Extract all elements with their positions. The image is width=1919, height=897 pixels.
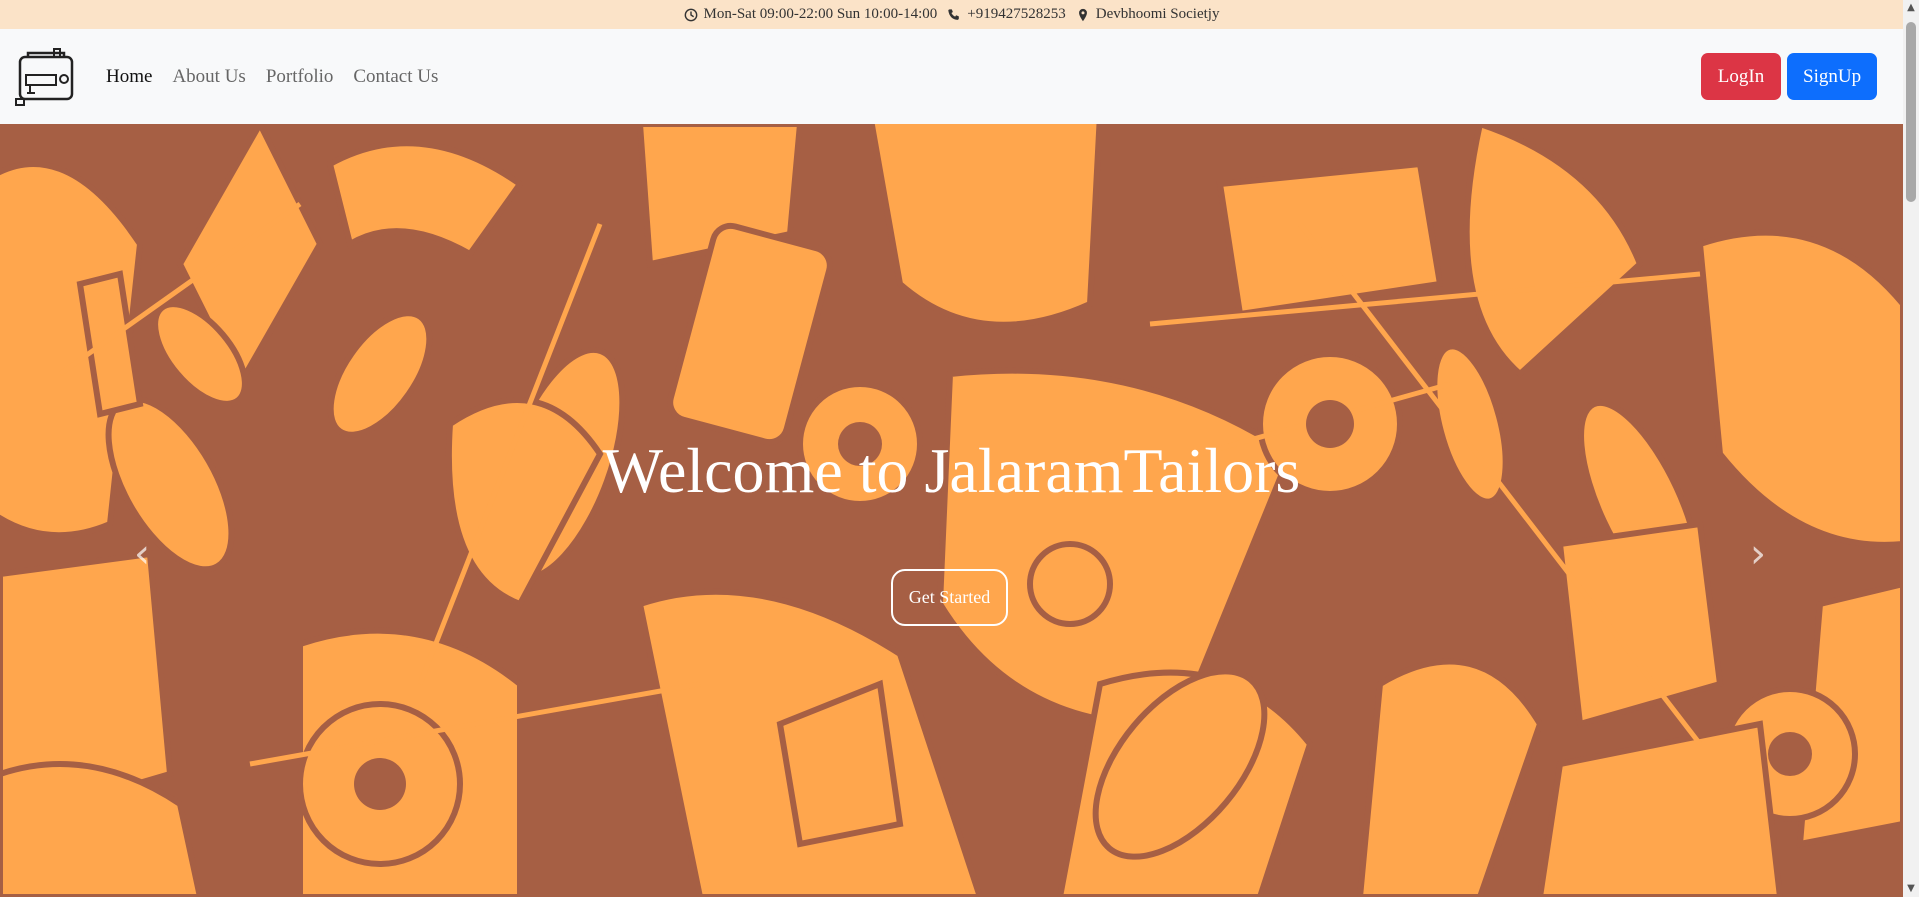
clock-icon bbox=[684, 8, 697, 21]
address-item: Devbhoomi Societjy bbox=[1076, 6, 1220, 23]
hours-item: Mon-Sat 09:00-22:00 Sun 10:00-14:00 bbox=[684, 6, 938, 23]
page-scrollbar[interactable]: ▲ ▼ bbox=[1903, 0, 1919, 897]
signup-button[interactable]: SignUp bbox=[1787, 53, 1877, 100]
hero-carousel: Welcome to JalaramTailors Get Started ‹ … bbox=[0, 124, 1903, 897]
auth-buttons: LogIn SignUp bbox=[1701, 53, 1877, 100]
chevron-right-icon[interactable]: › bbox=[1738, 529, 1778, 579]
map-pin-icon bbox=[1078, 8, 1087, 21]
nav-portfolio[interactable]: Portfolio bbox=[266, 66, 334, 88]
nav-about-us[interactable]: About Us bbox=[172, 66, 245, 88]
scroll-down-arrow-icon[interactable]: ▼ bbox=[1903, 881, 1919, 897]
get-started-button[interactable]: Get Started bbox=[891, 569, 1008, 626]
phone-text: +919427528253 bbox=[967, 6, 1066, 22]
phone-icon bbox=[948, 8, 960, 20]
nav-links: Home About Us Portfolio Contact Us bbox=[106, 66, 438, 88]
login-button[interactable]: LogIn bbox=[1701, 53, 1781, 100]
nav-home[interactable]: Home bbox=[106, 66, 152, 88]
phone-item: +919427528253 bbox=[947, 6, 1066, 23]
top-info-bar: Mon-Sat 09:00-22:00 Sun 10:00-14:00 +919… bbox=[0, 0, 1903, 29]
scroll-up-arrow-icon[interactable]: ▲ bbox=[1903, 0, 1919, 16]
nav-contact-us[interactable]: Contact Us bbox=[353, 66, 438, 88]
chevron-left-icon[interactable]: ‹ bbox=[122, 529, 162, 579]
scroll-thumb[interactable] bbox=[1906, 22, 1916, 202]
main-navbar: Home About Us Portfolio Contact Us LogIn… bbox=[0, 29, 1903, 124]
hours-text: Mon-Sat 09:00-22:00 Sun 10:00-14:00 bbox=[703, 6, 938, 22]
hero-title: Welcome to JalaramTailors bbox=[602, 435, 1301, 506]
sewing-machine-logo-icon[interactable] bbox=[14, 47, 80, 107]
address-text: Devbhoomi Societjy bbox=[1095, 6, 1220, 22]
sewing-tools-background-pattern bbox=[0, 124, 1903, 897]
